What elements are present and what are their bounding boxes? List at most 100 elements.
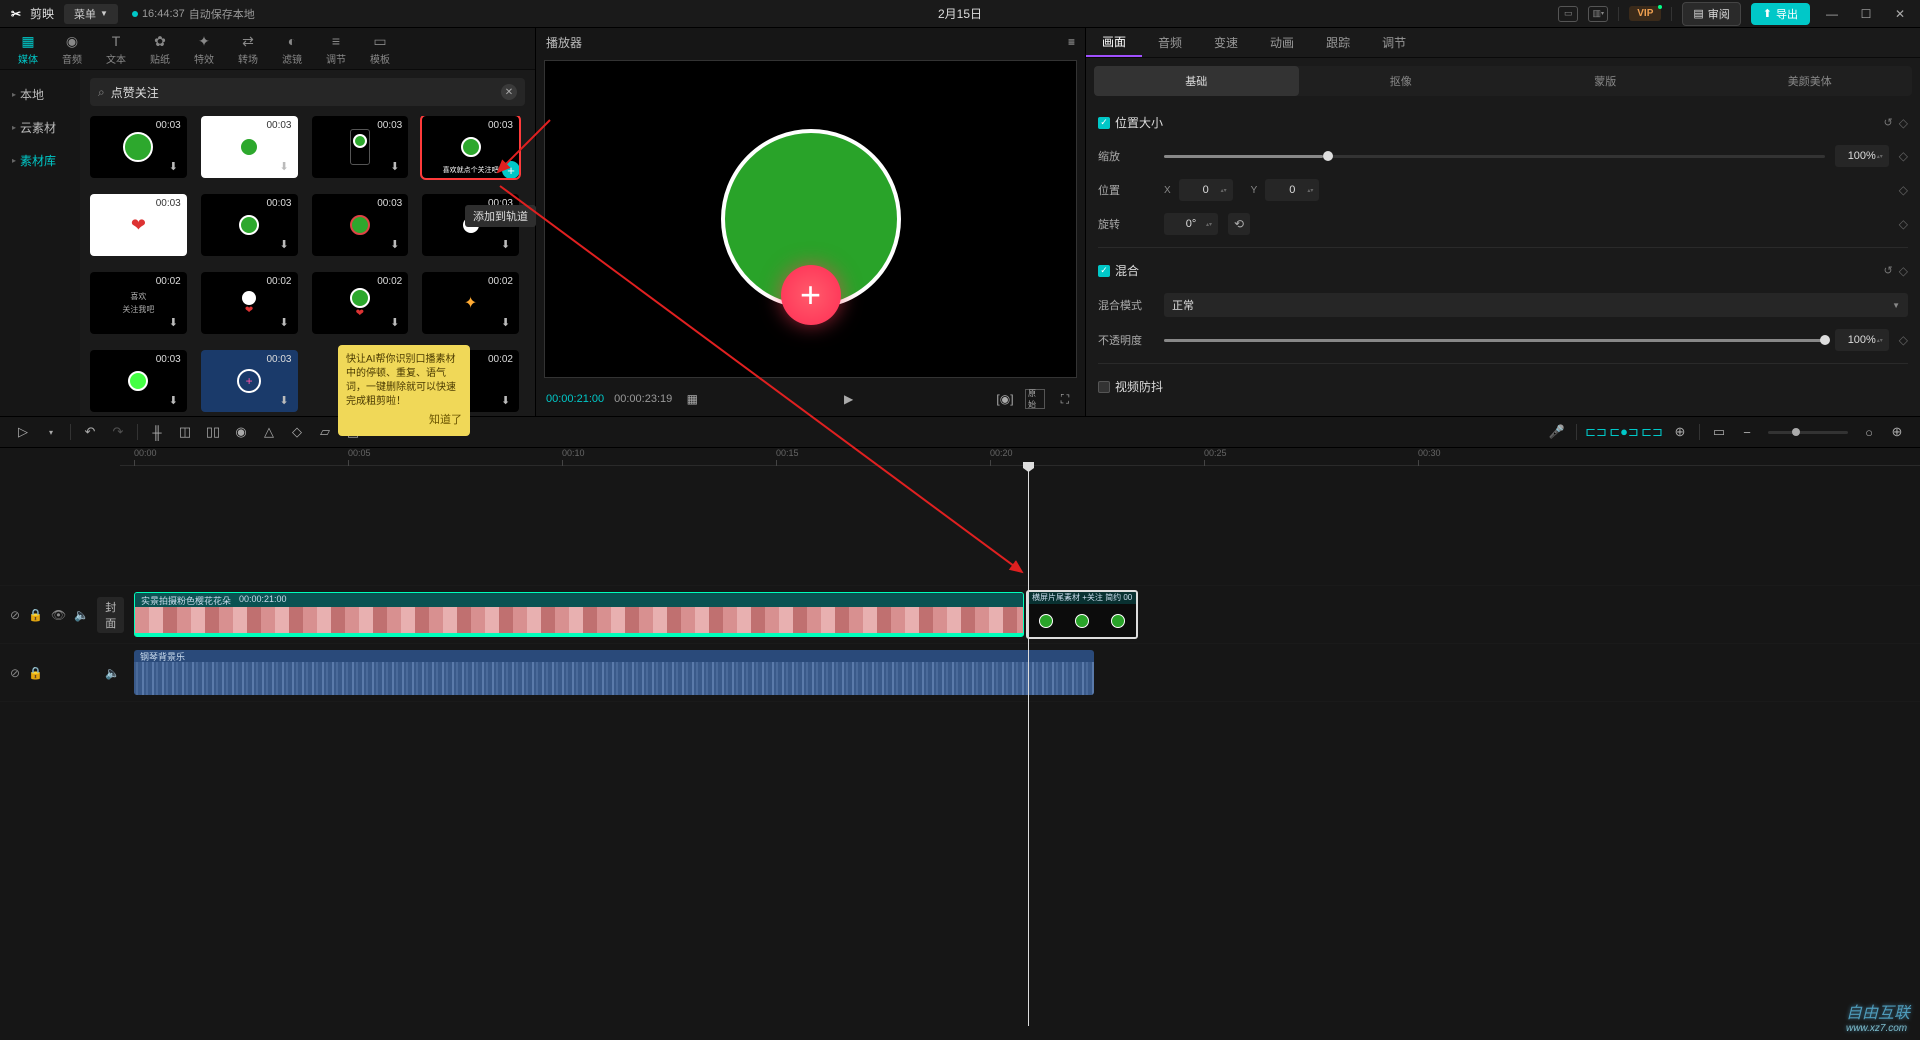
download-icon[interactable]: ⬇: [390, 238, 404, 252]
position-x[interactable]: 0▴▾: [1179, 179, 1233, 201]
preview-toggle[interactable]: ▭: [1706, 420, 1732, 444]
reverse-button[interactable]: △: [256, 420, 282, 444]
scale-value[interactable]: 100%▴▾: [1835, 145, 1889, 167]
insp-tab-picture[interactable]: 画面: [1086, 28, 1142, 57]
mute-icon[interactable]: 🔈: [105, 666, 120, 680]
add-to-track-button[interactable]: +: [502, 161, 519, 178]
link-icon[interactable]: ⊘: [10, 608, 20, 622]
layout-icon-2[interactable]: ▥▾: [1588, 6, 1608, 22]
download-icon[interactable]: ⬇: [501, 238, 515, 252]
keyframe-icon[interactable]: ◇: [1899, 264, 1908, 278]
grid-icon[interactable]: ▦: [682, 389, 702, 409]
ruler[interactable]: 00:00 00:05 00:10 00:15 00:20 00:25 00:3…: [120, 448, 1920, 466]
clear-search-button[interactable]: ✕: [501, 84, 517, 100]
zoom-in-button[interactable]: ○: [1856, 420, 1882, 444]
delete-left-button[interactable]: ◫: [172, 420, 198, 444]
download-icon[interactable]: ⬇: [501, 316, 515, 330]
media-thumb[interactable]: 00:03⬇: [90, 116, 187, 178]
tool-dropdown[interactable]: ▾: [38, 420, 64, 444]
checkbox-off-icon[interactable]: [1098, 381, 1110, 393]
search-input[interactable]: [111, 85, 495, 99]
download-icon[interactable]: ⬇: [280, 316, 294, 330]
tab-sticker[interactable]: ✿贴纸: [140, 28, 180, 69]
rotate-value[interactable]: 0°▴▾: [1164, 213, 1218, 235]
play-button[interactable]: ▶: [839, 389, 859, 409]
lock-icon[interactable]: 🔒: [28, 666, 43, 680]
subtab-beauty[interactable]: 美颜美体: [1708, 66, 1913, 96]
media-thumb[interactable]: ✦00:02⬇: [422, 272, 519, 334]
magnet-2-icon[interactable]: ⊏●⊐: [1611, 420, 1637, 444]
zoom-out-button[interactable]: −: [1734, 420, 1760, 444]
keyframe-icon[interactable]: ◇: [1899, 217, 1908, 231]
flip-button[interactable]: ⟲: [1228, 213, 1250, 235]
media-thumb[interactable]: ❤00:02⬇: [312, 272, 409, 334]
blend-mode-select[interactable]: 正常▼: [1164, 293, 1908, 317]
download-icon[interactable]: ⬇: [280, 238, 294, 252]
media-thumb[interactable]: ❤00:03: [90, 194, 187, 256]
sidebar-local[interactable]: ▸本地: [0, 78, 80, 111]
media-thumb[interactable]: 00:03⬇: [201, 194, 298, 256]
maximize-button[interactable]: ☐: [1854, 4, 1878, 24]
reset-icon[interactable]: ↺: [1884, 264, 1893, 278]
sidebar-cloud[interactable]: ▸云素材: [0, 111, 80, 144]
redo-button[interactable]: ↷: [105, 420, 131, 444]
media-thumb[interactable]: 00:03⬇: [312, 194, 409, 256]
reset-icon[interactable]: ↺: [1884, 116, 1893, 130]
snapshot-icon[interactable]: [◉]: [995, 389, 1015, 409]
download-icon[interactable]: ⬇: [169, 160, 183, 174]
sidebar-library[interactable]: ▸素材库: [0, 144, 80, 177]
fullscreen-icon[interactable]: ⛶: [1055, 389, 1075, 409]
zoom-fit-button[interactable]: ⊕: [1884, 420, 1910, 444]
download-icon[interactable]: ⬇: [169, 394, 183, 408]
tab-template[interactable]: ▭模板: [360, 28, 400, 69]
magnet-3-icon[interactable]: ⊏⊐: [1639, 420, 1665, 444]
media-thumb[interactable]: 00:03⬇: [90, 350, 187, 412]
insp-tab-speed[interactable]: 变速: [1198, 28, 1254, 57]
project-title[interactable]: 2月15日: [938, 5, 982, 22]
keyframe-icon[interactable]: ◇: [1899, 183, 1908, 197]
search-bar[interactable]: ⌕ ✕: [90, 78, 525, 106]
close-button[interactable]: ✕: [1888, 4, 1912, 24]
position-y[interactable]: 0▴▾: [1265, 179, 1319, 201]
link-button[interactable]: ⊕: [1667, 420, 1693, 444]
speed-button[interactable]: ◉: [228, 420, 254, 444]
opacity-value[interactable]: 100%▴▾: [1835, 329, 1889, 351]
tab-adjust[interactable]: ≡调节: [316, 28, 356, 69]
keyframe-icon[interactable]: ◇: [1899, 333, 1908, 347]
download-icon[interactable]: ⬇: [390, 160, 404, 174]
tracks-area[interactable]: ⊘ 🔒 👁 🔈 封面 实景拍摄粉色樱花花朵00:00:21:00 横屏片尾素材 …: [0, 466, 1920, 1026]
tab-filter[interactable]: ◐滤镜: [272, 28, 312, 69]
insp-tab-track[interactable]: 跟踪: [1310, 28, 1366, 57]
ratio-icon[interactable]: 原始: [1025, 389, 1045, 409]
review-button[interactable]: ▤审阅: [1682, 2, 1740, 26]
delete-right-button[interactable]: ▯▯: [200, 420, 226, 444]
media-thumb-selected[interactable]: 喜欢就点个关注吧00:03+: [422, 116, 519, 178]
ai-tip-dismiss[interactable]: 知道了: [346, 413, 462, 428]
split-button[interactable]: ╫: [144, 420, 170, 444]
tab-text[interactable]: T文本: [96, 28, 136, 69]
opacity-slider[interactable]: [1164, 339, 1825, 342]
link-icon[interactable]: ⊘: [10, 666, 20, 680]
video-clip-material[interactable]: 横屏片尾素材 +关注 简约 00: [1026, 590, 1138, 639]
tab-transition[interactable]: ⇄转场: [228, 28, 268, 69]
insp-tab-audio[interactable]: 音频: [1142, 28, 1198, 57]
audio-clip[interactable]: 钢琴背景乐: [134, 650, 1094, 695]
voice-button[interactable]: 🎤: [1544, 420, 1570, 444]
export-button[interactable]: ⬆导出: [1751, 3, 1810, 25]
keyframe-icon[interactable]: ◇: [1899, 116, 1908, 130]
zoom-slider[interactable]: [1768, 431, 1848, 434]
tab-media[interactable]: ▦媒体: [8, 28, 48, 69]
lock-icon[interactable]: 🔒: [28, 608, 43, 622]
player-menu-icon[interactable]: ≡: [1068, 35, 1075, 49]
mute-icon[interactable]: 🔈: [74, 608, 89, 622]
minimize-button[interactable]: —: [1820, 4, 1844, 24]
layout-icon-1[interactable]: ▭: [1558, 6, 1578, 22]
undo-button[interactable]: ↶: [77, 420, 103, 444]
scale-slider[interactable]: [1164, 155, 1825, 158]
download-icon[interactable]: ⬇: [390, 316, 404, 330]
checkbox-on-icon[interactable]: ✓: [1098, 265, 1110, 277]
rotate-button[interactable]: ◇: [284, 420, 310, 444]
menu-button[interactable]: 菜单 ▼: [64, 4, 118, 24]
subtab-mask[interactable]: 蒙版: [1503, 66, 1708, 96]
player-canvas[interactable]: +: [544, 60, 1077, 378]
